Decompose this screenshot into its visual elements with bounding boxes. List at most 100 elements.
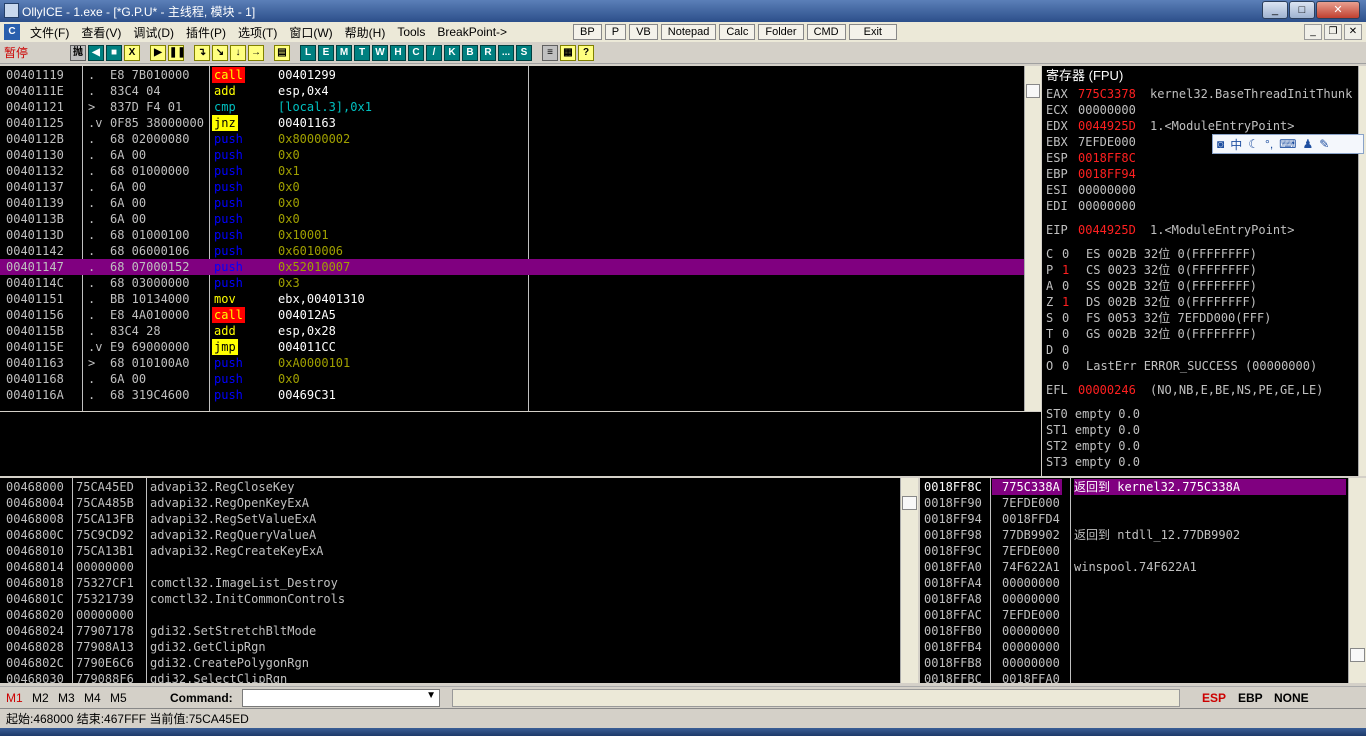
efl-register[interactable]: EFL 00000246 (NO,NB,E,BE,NS,PE,GE,LE)	[1046, 382, 1358, 398]
memory-dump-pane[interactable]: 00468000 75CA45ED advapi32.RegCloseKey 0046…	[0, 478, 900, 683]
moon-icon[interactable]: ☾	[1248, 137, 1259, 151]
menu-plugins[interactable]: 插件(P)	[180, 24, 232, 41]
dump-row[interactable]: 00468000 75CA45ED advapi32.RegCloseKey	[0, 479, 900, 495]
references-window-button[interactable]: R	[480, 44, 496, 61]
mark-m3[interactable]: M3	[58, 691, 84, 705]
trace-into-icon[interactable]: ↓	[230, 44, 246, 61]
dump-row[interactable]: 0046800C 75C9CD92 advapi32.RegQueryValueA	[0, 527, 900, 543]
menu-tools[interactable]: Tools	[391, 25, 431, 39]
disasm-row[interactable]: 0040115B. 83C4 28 add esp,0x28	[0, 323, 1024, 339]
restart-icon[interactable]: ◀	[88, 44, 104, 61]
handles-window-button[interactable]: H	[390, 44, 406, 61]
eip-register[interactable]: EIP 0044925D 1.<ModuleEntryPoint>	[1046, 222, 1358, 238]
wrench-icon[interactable]: ✎	[1319, 137, 1329, 151]
register-value[interactable]: 0044925D	[1078, 118, 1136, 134]
gp-register[interactable]: EAX 775C3378 kernel32.BaseThreadInitThunk	[1046, 86, 1358, 102]
gp-register[interactable]: ECX 00000000	[1046, 102, 1358, 118]
punctuation-icon[interactable]: °,	[1265, 137, 1273, 151]
keyboard-icon[interactable]: ⌨	[1279, 137, 1296, 151]
flag-row[interactable]: T 0 GS 002B 32位 0(FFFFFFFF)	[1046, 326, 1358, 342]
mark-m2[interactable]: M2	[32, 691, 58, 705]
fpu-register[interactable]: ST2 empty 0.0	[1046, 438, 1358, 454]
disasm-row[interactable]: 00401139. 6A 00 push 0x0	[0, 195, 1024, 211]
mark-m4[interactable]: M4	[84, 691, 110, 705]
minimize-button[interactable]: _	[1262, 1, 1288, 19]
step-over-icon[interactable]: ↘	[212, 44, 228, 61]
flag-row[interactable]: C 0 ES 002B 32位 0(FFFFFFFF)	[1046, 246, 1358, 262]
stack-row[interactable]: 0018FFA8 00000000	[920, 591, 1348, 607]
dump-row[interactable]: 00468018 75327CF1 comctl32.ImageList_Destr…	[0, 575, 900, 591]
goto-icon[interactable]: ▤	[274, 44, 290, 61]
stack-row[interactable]: 0018FFBC 0018FFA0	[920, 671, 1348, 683]
flag-value[interactable]: 0	[1062, 326, 1069, 342]
flag-row[interactable]: D0	[1046, 342, 1358, 358]
disasm-row[interactable]: 00401156. E8 4A010000 call 004012A5	[0, 307, 1024, 323]
disasm-row[interactable]: 00401151. BB 10134000 mov ebx,00401310	[0, 291, 1024, 307]
close-debug-icon[interactable]: X	[124, 44, 140, 61]
flag-value[interactable]: 1	[1062, 294, 1069, 310]
help-icon[interactable]: ?	[578, 44, 594, 61]
mark-m1[interactable]: M1	[6, 691, 32, 705]
disasm-row[interactable]: 0040114C. 68 03000000 push 0x3	[0, 275, 1024, 291]
disasm-row[interactable]: 0040113B. 6A 00 push 0x0	[0, 211, 1024, 227]
dump-scrollbar[interactable]	[900, 478, 918, 683]
mark-m5[interactable]: M5	[110, 691, 170, 705]
flag-value[interactable]: 0	[1062, 358, 1069, 374]
flag-value[interactable]: 0	[1062, 342, 1069, 358]
stack-row[interactable]: 0018FFAC 7EFDE000	[920, 607, 1348, 623]
register-value[interactable]: 775C3378	[1078, 86, 1136, 102]
menu-debug[interactable]: 调试(D)	[127, 24, 180, 41]
run-trace-window-button[interactable]: ...	[498, 44, 514, 61]
flag-row[interactable]: P 1 CS 0023 32位 0(FFFFFFFF)	[1046, 262, 1358, 278]
stack-row[interactable]: 0018FF90 7EFDE000	[920, 495, 1348, 511]
callstack-window-button[interactable]: K	[444, 44, 460, 61]
flag-row[interactable]: S 0 FS 0053 32位 7EFDD000(FFF)	[1046, 310, 1358, 326]
ime-toolbar[interactable]: ◙ 中 ☾ °, ⌨ ♟ ✎	[1212, 134, 1364, 154]
stack-row[interactable]: 0018FFA0 74F622A1 winspool.74F622A1	[920, 559, 1348, 575]
disasm-row[interactable]: 0040111E. 83C4 04 add esp,0x4	[0, 83, 1024, 99]
stack-row[interactable]: 0018FF8C 775C338A 返回到 kernel32.775C338A	[920, 479, 1348, 495]
stack-pane[interactable]: 0018FF8C 775C338A 返回到 kernel32.775C338A 001…	[920, 478, 1348, 683]
menu-breakpoint[interactable]: BreakPoint->	[431, 25, 513, 39]
stack-row[interactable]: 0018FF94 0018FFD4	[920, 511, 1348, 527]
disasm-row[interactable]: 00401130. 6A 00 push 0x0	[0, 147, 1024, 163]
dump-row[interactable]: 00468014 00000000	[0, 559, 900, 575]
dump-row[interactable]: 00468008 75CA13FB advapi32.RegSetValueExA	[0, 511, 900, 527]
dump-row[interactable]: 00468010 75CA13B1 advapi32.RegCreateKeyExA	[0, 543, 900, 559]
registers-pane[interactable]: 寄存器 (FPU) EAX 775C3378 kernel32.BaseThread…	[1042, 66, 1358, 476]
breakpoints-window-button[interactable]: B	[462, 44, 478, 61]
disasm-row[interactable]: 00401163 >68 010100A0 push 0xA0000101	[0, 355, 1024, 371]
appearance-icon[interactable]: ▦	[560, 44, 576, 61]
disasm-row[interactable]: 00401125 .v 0F85 38000000 jnz 00401163	[0, 115, 1024, 131]
command-input[interactable]: ▼	[242, 688, 440, 707]
flag-value[interactable]: 0	[1062, 278, 1069, 294]
bp-button[interactable]: BP	[573, 24, 602, 40]
register-value[interactable]: 00000000	[1078, 102, 1136, 118]
register-value[interactable]: 00000000	[1078, 198, 1136, 214]
gp-register[interactable]: EDI 00000000	[1046, 198, 1358, 214]
p-button[interactable]: P	[604, 24, 627, 40]
cpu-window-button[interactable]: C	[408, 44, 424, 61]
throw-button[interactable]: 抛	[70, 44, 86, 61]
stop-icon[interactable]: ■	[106, 44, 122, 61]
mdi-restore-button[interactable]: ❐	[1324, 24, 1342, 40]
menu-file[interactable]: 文件(F)	[24, 24, 75, 41]
threads-window-button[interactable]: T	[354, 44, 370, 61]
register-value[interactable]: 00000000	[1078, 182, 1136, 198]
register-value[interactable]: 7EFDE000	[1078, 134, 1136, 150]
calc-button[interactable]: Calc	[719, 24, 756, 40]
disasm-row[interactable]: 00401132. 68 01000000 push 0x1	[0, 163, 1024, 179]
dump-row[interactable]: 00468028 77908A13 gdi32.GetClipRgn	[0, 639, 900, 655]
stack-row[interactable]: 0018FF98 77DB9902 返回到 ntdll_12.77DB9902	[920, 527, 1348, 543]
stack-scrollbar[interactable]	[1348, 478, 1366, 683]
dump-row[interactable]: 00468004 75CA485B advapi32.RegOpenKeyExA	[0, 495, 900, 511]
disasm-row[interactable]: 0040115E .v E9 69000000 jmp 004011CC	[0, 339, 1024, 355]
ime-mode[interactable]: 中	[1230, 136, 1242, 153]
mdi-minimize-button[interactable]: _	[1304, 24, 1322, 40]
dump-row[interactable]: 00468030 779088F6 gdi32.SelectClipRgn	[0, 671, 900, 683]
menu-window[interactable]: 窗口(W)	[283, 24, 338, 41]
chevron-down-icon[interactable]: ▼	[426, 690, 436, 701]
menu-options[interactable]: 选项(T)	[232, 24, 283, 41]
flag-value[interactable]: 0	[1062, 310, 1069, 326]
menu-view[interactable]: 查看(V)	[75, 24, 127, 41]
